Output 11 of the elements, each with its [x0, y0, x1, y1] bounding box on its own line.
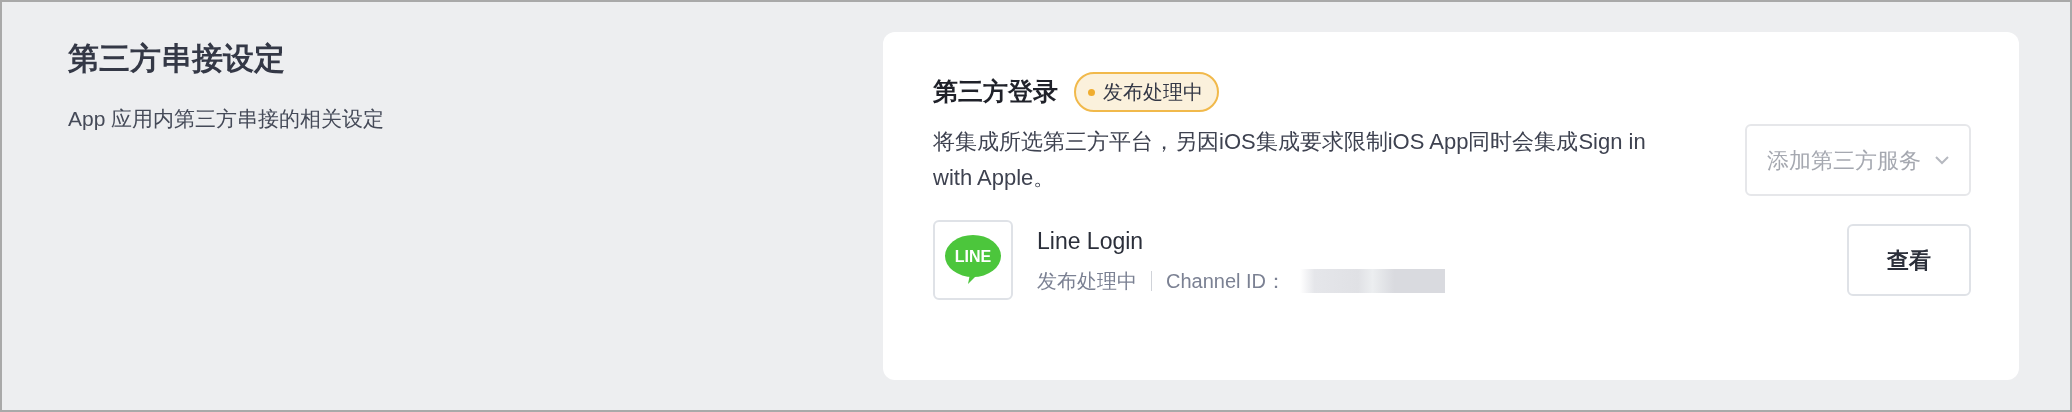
section-subtitle: App 应用内第三方串接的相关设定: [68, 106, 386, 133]
channel-id-label: Channel ID：: [1166, 269, 1287, 295]
service-status: 发布处理中: [1037, 269, 1137, 295]
app-logo-icon: LINE: [933, 220, 1013, 300]
section-title: 第三方串接设定: [68, 40, 286, 78]
card-description: 将集成所选第三方平台，另因iOS集成要求限制iOS App同时会集成Sign in with Apple。: [933, 128, 1647, 192]
view-button[interactable]: 查看: [1847, 224, 1971, 296]
card-title: 第三方登录: [933, 76, 1058, 108]
service-name: Line Login: [1037, 226, 1145, 256]
chevron-down-icon: [1935, 155, 1949, 165]
status-badge: 发布处理中: [1074, 72, 1219, 112]
